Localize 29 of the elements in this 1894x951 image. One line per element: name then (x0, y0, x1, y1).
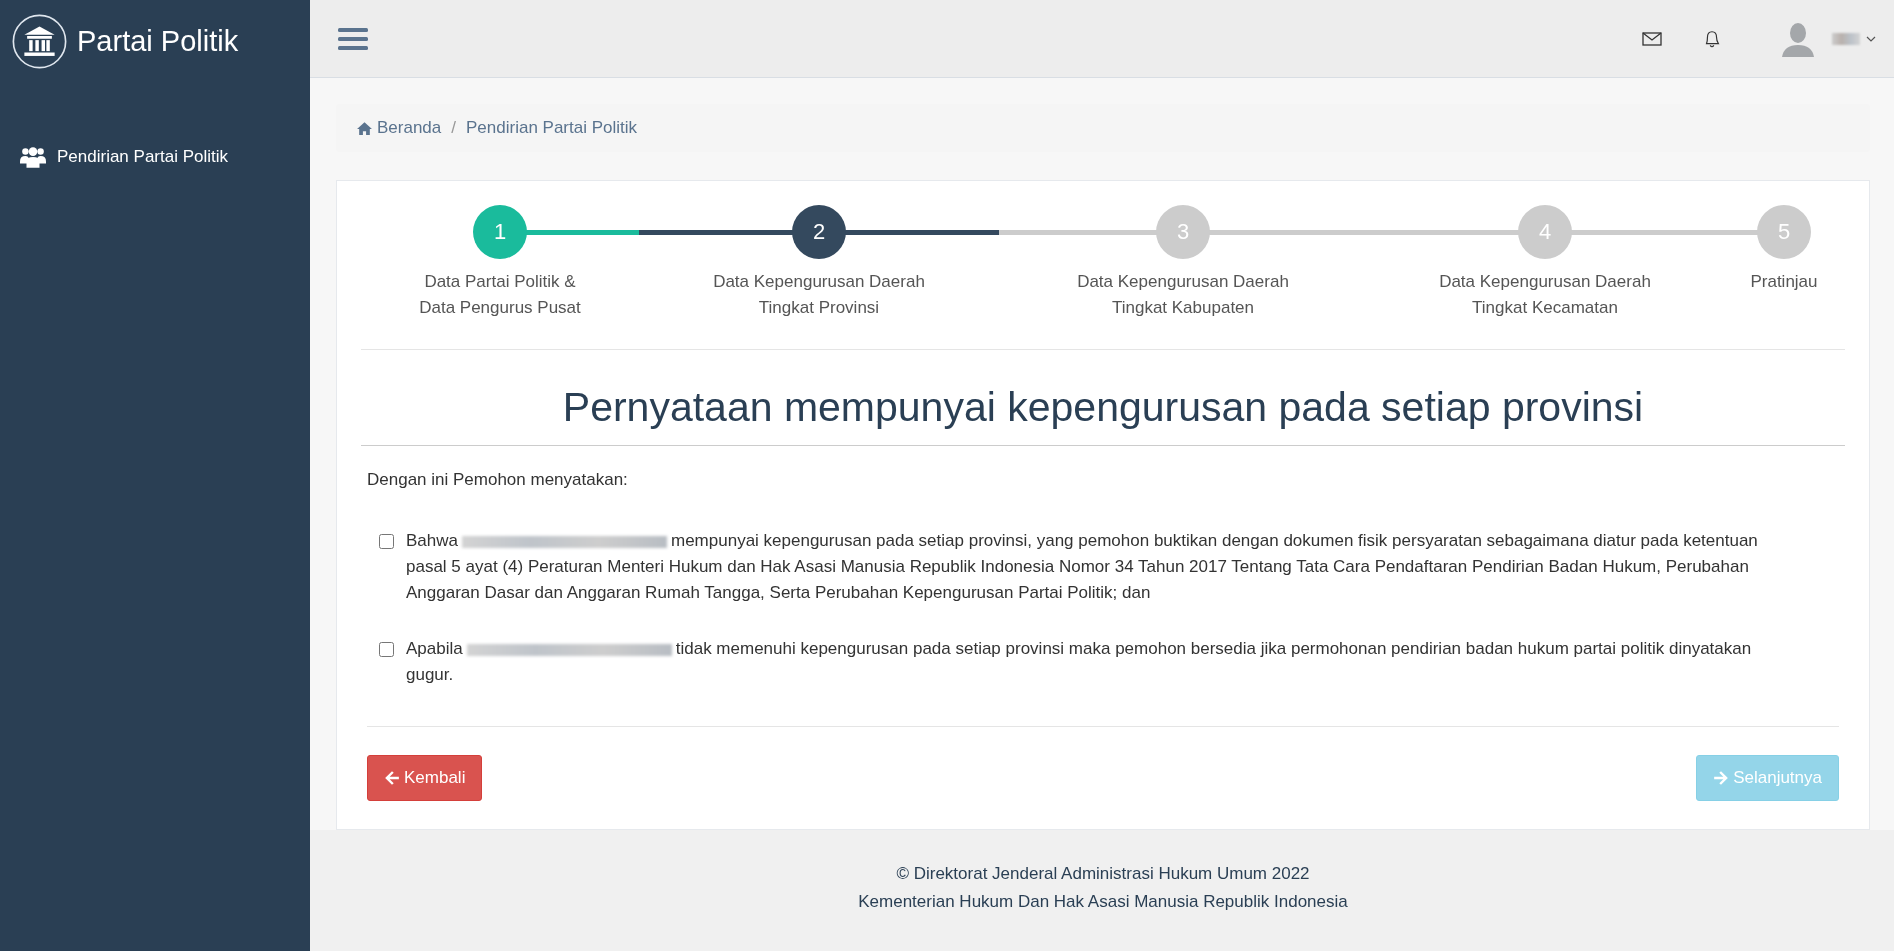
statement-checkbox[interactable] (379, 642, 394, 657)
breadcrumb-link[interactable]: Beranda (356, 118, 442, 138)
step-label: Pratinjau (1750, 271, 1818, 293)
footer-text: Kementerian Hukum Dan Hak Asasi Manusia Republik Indonesia (858, 892, 1348, 912)
step-label: Data Kepengurusan Daerah Tingkat Kecamatan (1439, 271, 1651, 319)
step-label: Data Kepengurusan Daerah Tingkat Provinsi (713, 271, 925, 319)
breadcrumb-separator: / (451, 118, 456, 138)
statement-text: Bahwa mempunyai kepengurusan pada setiap provinsi, yang pemohon buktikan dengan dokumen fisik persyaratan sebagaimana diatur pada ketentuan pasal 5 ayat (4) Peraturan Menteri Hukum dan Hak Asasi Manusia Republik Indonesia Nomor 34 Tahun 2017 Tentang Tata Cara Pendaftaran Pendirian Badan Hukum, Perubahan Anggaran Dasar dan Anggaran Rumah Tangga, Serta Perubahan Kepengurusan Partai Politik; dan (406, 530, 1759, 604)
app-title: Partai Politik (77, 24, 239, 58)
step-label: Data Partai Politik & Data Pengurus Pusat (419, 271, 581, 319)
footer-text: © Direktorat Jenderal Administrasi Hukum Umum 2022 (896, 864, 1310, 884)
step-label: Data Kepengurusan Daerah Tingkat Kabupaten (1077, 271, 1289, 319)
breadcrumb-current: Pendirian Partai Politik (466, 118, 638, 138)
building-logo-icon (12, 13, 67, 69)
sidebar-item[interactable]: Pendirian Partai Politik (0, 146, 310, 168)
home-icon (356, 120, 373, 136)
step-circle[interactable]: 2 (792, 205, 846, 259)
arrow-right-icon (1713, 770, 1730, 786)
arrow-left-icon (384, 770, 400, 786)
statement-checkbox[interactable] (379, 534, 394, 549)
step-circle[interactable]: 1 (473, 205, 527, 259)
redacted-user-name (1832, 32, 1860, 45)
statement-text: Apabila tidak memenuhi kepengurusan pada setiap provinsi maka pemohon bersedia jika permohonan pendirian badan hukum partai politik dinyatakan gugur. (406, 638, 1753, 686)
users-icon (20, 146, 46, 168)
intro-text: Dengan ini Pemohon menyatakan: (367, 470, 629, 490)
back-button[interactable]: Kembali (367, 755, 483, 801)
page-heading: Pernyataan mempunyai kepengurusan pada setiap provinsi (361, 384, 1845, 446)
chevron-down-icon[interactable] (1866, 35, 1876, 42)
menu-icon (338, 26, 368, 51)
